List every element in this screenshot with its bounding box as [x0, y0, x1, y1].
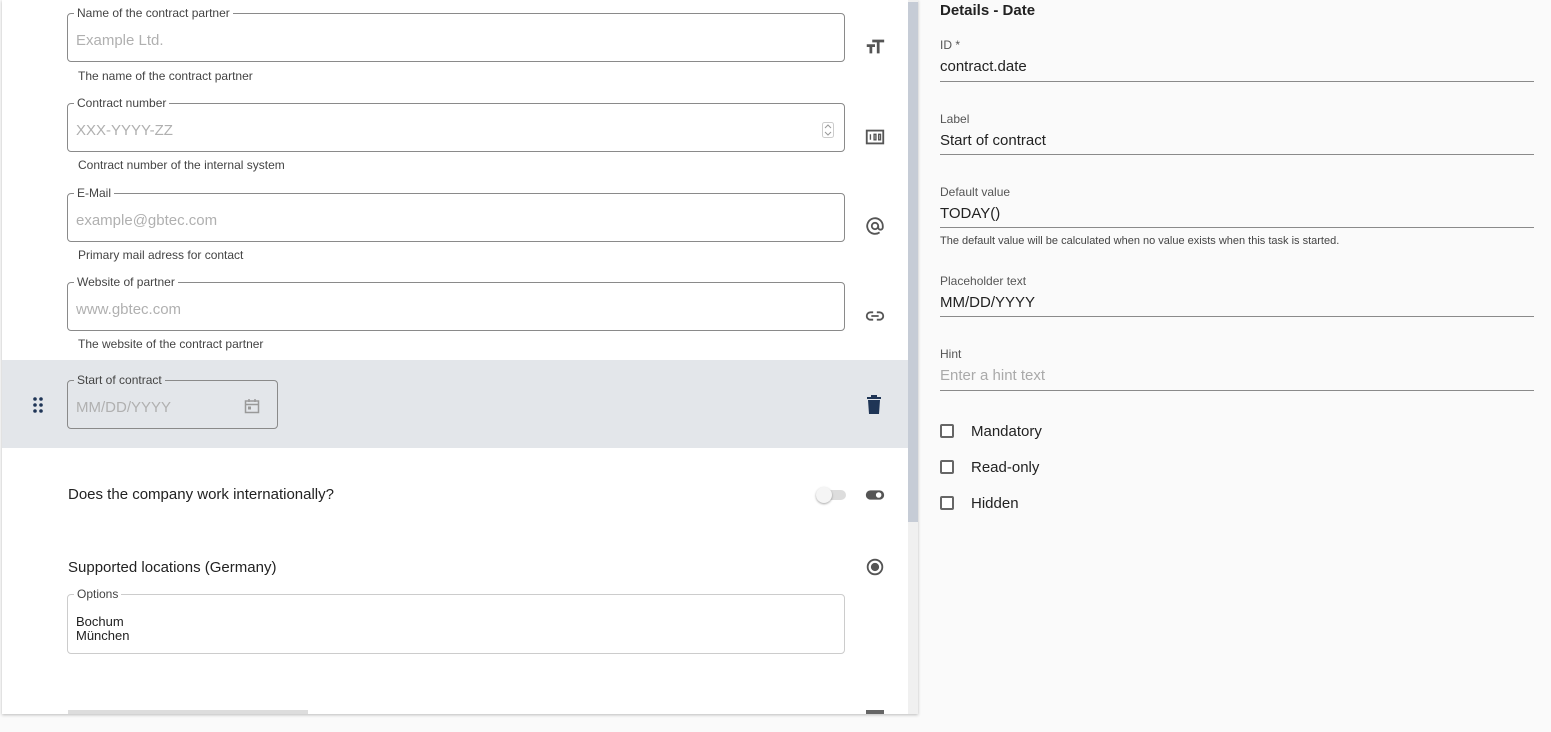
field-placeholder: MM/DD/YYYY — [76, 399, 172, 416]
hint-placeholder: Enter a hint text — [940, 367, 1046, 384]
field-hint: Primary mail adress for contact — [78, 248, 244, 262]
text-size-icon[interactable] — [864, 36, 886, 58]
field-legend: Contract number — [74, 96, 170, 110]
radio-icon[interactable] — [864, 556, 886, 578]
mandatory-checkbox-row[interactable]: Mandatory — [940, 421, 1042, 441]
field-placeholder: Example Ltd. — [76, 32, 164, 49]
field-hint: The name of the contract partner — [78, 69, 253, 83]
readonly-checkbox[interactable] — [940, 460, 954, 474]
details-title: Details - Date — [940, 2, 1036, 19]
id-value: contract.date — [940, 58, 1027, 75]
website-field[interactable]: Website of partner www.gbtec.com — [67, 275, 845, 331]
default-value-field[interactable]: Default value TODAY() — [940, 185, 1534, 228]
form-canvas: Name of the contract partner Example Ltd… — [2, 0, 918, 714]
partner-name-field[interactable]: Name of the contract partner Example Ltd… — [67, 6, 845, 62]
options-textarea[interactable]: Options Bochum München — [67, 587, 845, 654]
option-item: München — [76, 628, 130, 643]
toggle-type-icon[interactable] — [864, 484, 886, 506]
calendar-icon[interactable] — [244, 398, 260, 414]
stepper-icon[interactable] — [822, 122, 834, 138]
option-item: Bochum — [76, 614, 124, 629]
hint-label: Hint — [940, 347, 962, 361]
toggle-switch[interactable] — [816, 487, 846, 503]
label-field[interactable]: Label Start of contract — [940, 112, 1534, 155]
radio-group-title: Supported locations (Germany) — [68, 559, 277, 576]
hint-field[interactable]: Hint Enter a hint text — [940, 347, 1534, 391]
field-legend: Website of partner — [74, 275, 178, 289]
selected-field-row[interactable]: Start of contract MM/DD/YYYY — [2, 360, 910, 448]
field-legend: Options — [74, 587, 122, 601]
placeholder-value: MM/DD/YYYY — [940, 294, 1036, 311]
mandatory-checkbox[interactable] — [940, 424, 954, 438]
delete-icon[interactable] — [866, 395, 882, 415]
default-value: TODAY() — [940, 205, 1001, 222]
id-field[interactable]: ID * contract.date — [940, 38, 1534, 82]
placeholder-label: Placeholder text — [940, 274, 1027, 288]
hidden-label: Hidden — [971, 494, 1019, 512]
contract-number-field[interactable]: Contract number XXX-YYYY-ZZ — [67, 96, 845, 152]
number-icon[interactable] — [864, 126, 886, 148]
at-icon[interactable] — [864, 215, 886, 237]
id-label: ID * — [940, 38, 961, 52]
hidden-checkbox-row[interactable]: Hidden — [940, 493, 1019, 513]
field-legend: Name of the contract partner — [74, 6, 233, 20]
field-hint: The website of the contract partner — [78, 337, 264, 351]
field-legend: E-Mail — [74, 186, 115, 200]
next-row-icon-partial — [866, 710, 884, 714]
field-placeholder: XXX-YYYY-ZZ — [76, 122, 173, 139]
placeholder-field[interactable]: Placeholder text MM/DD/YYYY — [940, 274, 1534, 317]
link-icon[interactable] — [864, 305, 886, 327]
field-placeholder: example@gbtec.com — [76, 212, 218, 229]
field-legend: Start of contract — [74, 373, 165, 387]
hidden-checkbox[interactable] — [940, 496, 954, 510]
start-of-contract-date-field[interactable]: Start of contract MM/DD/YYYY — [67, 373, 278, 429]
next-row-partial — [68, 710, 308, 714]
label-value: Start of contract — [940, 132, 1046, 149]
readonly-label: Read-only — [971, 458, 1040, 476]
drag-handle-icon[interactable] — [32, 396, 44, 414]
default-hint: The default value will be calculated whe… — [940, 235, 1340, 247]
toggle-question: Does the company work internationally? — [68, 486, 334, 503]
email-field[interactable]: E-Mail example@gbtec.com — [67, 186, 845, 242]
field-hint: Contract number of the internal system — [78, 158, 285, 172]
label-label: Label — [940, 112, 970, 126]
field-placeholder: www.gbtec.com — [76, 301, 182, 318]
scrollbar-thumb[interactable] — [908, 2, 918, 522]
readonly-checkbox-row[interactable]: Read-only — [940, 457, 1039, 477]
default-label: Default value — [940, 185, 1011, 199]
mandatory-label: Mandatory — [971, 422, 1042, 440]
